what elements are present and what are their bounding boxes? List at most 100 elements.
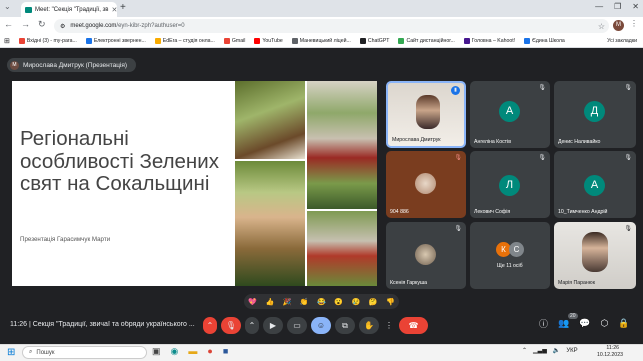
mic-off-icon: 🎙 xyxy=(624,226,632,232)
reload-icon[interactable]: ↻ xyxy=(38,19,46,30)
bookmark-star-icon[interactable]: ☆ xyxy=(598,22,609,31)
forward-icon[interactable]: → xyxy=(21,19,30,30)
participant-tile[interactable]: А 🎙 Ангеліна Костів xyxy=(470,81,550,148)
tab-list-icon[interactable]: ⌄ xyxy=(4,2,11,11)
slide-photo xyxy=(307,211,377,286)
mic-toggle-button[interactable]: 🎙 xyxy=(221,317,241,334)
reaction-party-icon[interactable]: 🎉 xyxy=(283,298,292,306)
more-options-button[interactable]: ⋮ xyxy=(383,317,395,334)
new-tab-button[interactable]: + xyxy=(120,2,126,14)
mic-off-icon: 🎙 xyxy=(454,226,462,232)
bookmark-item[interactable]: EdEra – студія онла... xyxy=(154,38,215,44)
participant-name: 10_Тимченко Андрій xyxy=(558,209,608,215)
back-icon[interactable]: ← xyxy=(4,19,13,30)
word-icon[interactable]: ■ xyxy=(223,346,228,357)
more-participants-tile[interactable]: К С Ще 11 осіб xyxy=(470,222,550,289)
reactions-bar: 💖 👍 🎉 👏 😂 😮 😢 🤔 👎 xyxy=(244,294,399,309)
minimize-icon[interactable]: — xyxy=(595,2,603,11)
participant-name: Денис Наливайко xyxy=(558,139,601,145)
edge-icon[interactable]: ◉ xyxy=(171,346,179,357)
raise-hand-button[interactable]: ✋ xyxy=(359,317,379,334)
bookmark-favicon-icon xyxy=(223,38,230,44)
bookmarks-bar: ⊞ Вхідні (3) - my-para... Електронні зве… xyxy=(0,35,643,48)
meeting-info: 11:26 | Секція "Традиції, звичаї та обря… xyxy=(10,321,195,328)
chrome-icon[interactable]: ● xyxy=(207,346,212,357)
meeting-details-icon[interactable]: ⓘ xyxy=(539,317,548,330)
presenter-label[interactable]: М Мирослава Дмитрук (Презентація) xyxy=(7,58,136,72)
participant-tile[interactable]: Д 🎙 Денис Наливайко xyxy=(554,81,636,148)
browser-menu-icon[interactable]: ⋮ xyxy=(630,19,638,28)
search-icon: ⌕ xyxy=(29,349,33,355)
present-screen-button[interactable]: ⧉ xyxy=(335,317,355,334)
clock-time: 11:26 xyxy=(606,345,619,351)
presenter-name: Мирослава Дмитрук (Презентація) xyxy=(23,61,128,69)
participant-tile[interactable]: 🎙 Ксенія Гаркуша xyxy=(386,222,466,289)
bookmark-favicon-icon xyxy=(463,38,470,44)
browser-tab-meet[interactable]: Meet: "Секція "Традиції, зв ✕ xyxy=(21,2,117,17)
reaction-sad-icon[interactable]: 😢 xyxy=(352,298,361,306)
participant-tile[interactable]: 🎙 Марія Паранюк xyxy=(554,222,636,289)
taskbar-search[interactable]: ⌕ Пошук xyxy=(22,346,147,359)
participant-tile[interactable]: ▮ Мирослава Дмитрук xyxy=(386,81,466,148)
bookmark-item[interactable]: Єдина Школа xyxy=(524,38,565,44)
profile-avatar[interactable]: M xyxy=(613,20,624,31)
participant-tile[interactable]: 🎙 904 886 xyxy=(386,151,466,218)
address-bar[interactable]: ⚙ meet.google.com/eyn-kibr-zph?authuser=… xyxy=(54,19,609,33)
network-icon[interactable]: ▁▃▅ xyxy=(533,347,547,354)
avatar: М xyxy=(10,60,19,70)
avatar: С xyxy=(509,242,524,257)
all-bookmarks[interactable]: Усі закладки xyxy=(607,38,637,44)
bookmark-item[interactable]: Електронні звернен... xyxy=(85,38,146,44)
bookmark-item[interactable]: Gmail xyxy=(223,38,245,44)
volume-icon[interactable]: 🔈 xyxy=(553,347,560,354)
close-tab-icon[interactable]: ✕ xyxy=(111,6,117,14)
mic-off-icon: 🎙 xyxy=(225,321,237,330)
reaction-thumbs-up-icon[interactable]: 👍 xyxy=(265,298,274,306)
camera-options-button[interactable]: ⌃ xyxy=(245,317,259,334)
bookmark-item[interactable]: Сайт дистанційног... xyxy=(398,38,455,44)
input-language[interactable]: УКР xyxy=(566,348,577,354)
apps-grid-icon[interactable]: ⊞ xyxy=(4,37,10,45)
taskbar-clock[interactable]: 11:26 10.12.2023 xyxy=(597,345,623,359)
avatar xyxy=(415,173,436,194)
url-path: /eyn-kibr-zph?authuser=0 xyxy=(116,23,185,29)
leave-call-button[interactable]: ☎ xyxy=(399,317,428,334)
bookmark-item[interactable]: Вхідні (3) - my-para... xyxy=(18,38,77,44)
bookmark-item[interactable]: Маневицький ліцей... xyxy=(291,38,351,44)
bookmark-favicon-icon xyxy=(398,38,405,44)
more-vert-icon: ⋮ xyxy=(385,321,393,330)
windows-start-icon[interactable]: ⊞ xyxy=(7,347,15,358)
mic-off-icon: 🎙 xyxy=(538,155,546,161)
site-info-icon[interactable]: ⚙ xyxy=(60,23,65,30)
close-window-icon[interactable]: ✕ xyxy=(632,2,639,11)
reaction-heart-icon[interactable]: 💖 xyxy=(248,298,257,306)
nav-buttons: ← → ↻ xyxy=(4,19,46,30)
captions-button[interactable]: ▭ xyxy=(287,317,307,334)
people-icon[interactable]: 👥 xyxy=(558,318,569,329)
bookmark-favicon-icon xyxy=(359,38,366,44)
participant-tile[interactable]: А 🎙 10_Тимченко Андрій xyxy=(554,151,636,218)
chat-icon[interactable]: 💬 xyxy=(579,318,590,329)
meeting-time: 11:26 xyxy=(10,321,27,328)
reaction-laugh-icon[interactable]: 😂 xyxy=(317,298,326,306)
camera-icon: ▶ xyxy=(269,321,277,330)
emoji-reactions-button[interactable]: ☺ xyxy=(311,317,331,334)
bookmark-item[interactable]: Головна – Kahoot! xyxy=(463,38,515,44)
activities-icon[interactable]: ⬡ xyxy=(600,318,608,329)
reaction-thinking-icon[interactable]: 🤔 xyxy=(369,298,378,306)
task-view-icon[interactable]: ▣ xyxy=(152,346,161,357)
maximize-icon[interactable]: ❐ xyxy=(614,2,621,11)
reaction-clap-icon[interactable]: 👏 xyxy=(300,298,309,306)
reaction-thumbs-down-icon[interactable]: 👎 xyxy=(386,298,395,306)
bookmark-item[interactable]: ChatGPT xyxy=(359,38,389,44)
camera-toggle-button[interactable]: ▶ xyxy=(263,317,283,334)
mic-off-icon: 🎙 xyxy=(624,85,632,91)
reaction-surprised-icon[interactable]: 😮 xyxy=(334,298,343,306)
bookmark-item[interactable]: YouTube xyxy=(254,38,283,44)
host-controls-icon[interactable]: 🔒 xyxy=(618,318,629,329)
file-explorer-icon[interactable]: ▬ xyxy=(188,346,197,357)
emoji-icon: ☺ xyxy=(316,321,326,330)
participant-tile[interactable]: Л 🎙 Лекович Софія xyxy=(470,151,550,218)
mic-options-button[interactable]: ⌃ xyxy=(203,317,217,334)
tray-chevron-icon[interactable]: ⌃ xyxy=(522,347,527,354)
